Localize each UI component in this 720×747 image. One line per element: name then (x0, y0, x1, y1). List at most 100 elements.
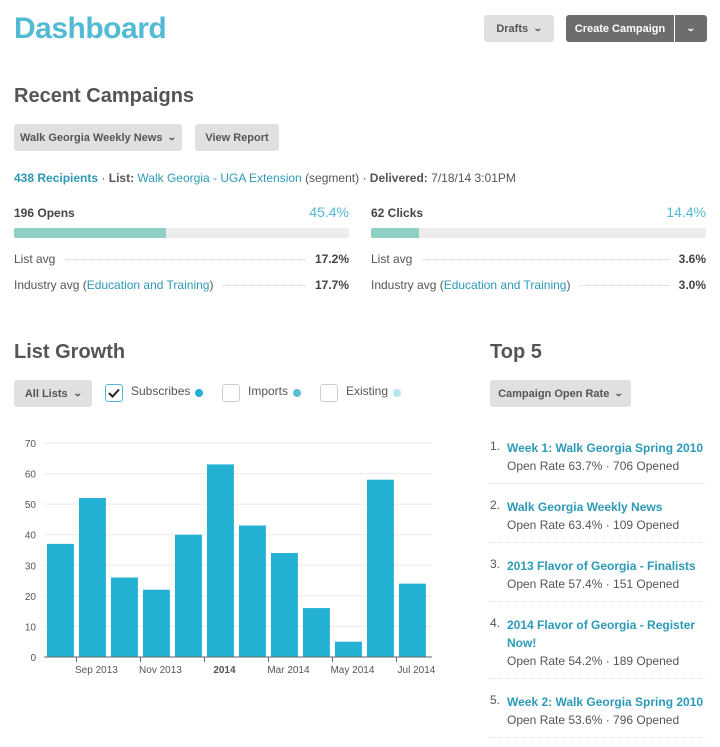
create-campaign-dropdown[interactable]: ⌄ (675, 15, 707, 42)
list-item: 4. 2014 Flavor of Georgia - Register Now… (490, 611, 706, 679)
dotted-leader (580, 285, 669, 286)
existing-checkbox[interactable] (320, 384, 338, 402)
recent-campaigns-heading: Recent Campaigns (14, 85, 195, 107)
campaign-link[interactable]: Walk Georgia Weekly News (507, 498, 706, 516)
x-tick-label: Jul 2014 (398, 665, 436, 676)
bar (303, 608, 330, 657)
opens-label: 196 Opens (14, 206, 75, 220)
legend-imports[interactable]: Imports (222, 384, 302, 402)
item-number: 3. (490, 557, 501, 571)
opens-stat: 196 Opens 45.4% List avg 17.2% Industry … (14, 204, 349, 292)
item-number: 1. (490, 439, 501, 453)
bar (111, 577, 138, 657)
metric-select[interactable]: Campaign Open Rate ⌄ (490, 380, 631, 407)
dotted-leader (65, 259, 305, 260)
campaign-stats: Open Rate 54.2% · 189 Opened (507, 654, 680, 668)
chevron-down-icon: ⌄ (532, 23, 543, 33)
top5-list: 1. Week 1: Walk Georgia Spring 2010 Open… (490, 434, 706, 747)
campaign-link[interactable]: Week 2: Walk Georgia Spring 2010 (507, 693, 706, 711)
list-link[interactable]: Walk Georgia - UGA Extension (137, 171, 301, 185)
bar (367, 479, 394, 657)
bar (47, 543, 74, 657)
opens-progress-bar (14, 228, 349, 238)
subscribes-checkbox[interactable] (105, 384, 123, 402)
y-tick-label: 50 (25, 500, 37, 511)
campaign-link[interactable]: 2014 Flavor of Georgia - Register Now! (507, 616, 706, 652)
campaign-stats: Open Rate 63.7% · 706 Opened (507, 459, 680, 473)
clicks-stat: 62 Clicks 14.4% List avg 3.6% Industry a… (371, 204, 706, 292)
industry-link[interactable]: Education and Training (87, 278, 210, 292)
list-select-label: All Lists (24, 387, 68, 400)
industry-avg-value: 3.0% (678, 278, 706, 292)
item-number: 4. (490, 616, 501, 630)
x-tick-label: May 2014 (330, 665, 374, 676)
campaign-link[interactable]: Week 1: Walk Georgia Spring 2010 (507, 439, 706, 457)
list-avg-label: List avg (371, 252, 413, 266)
campaign-stats: Open Rate 57.4% · 151 Opened (507, 577, 680, 591)
separator: · (101, 171, 106, 185)
y-tick-label: 40 (25, 531, 37, 542)
list-avg-value: 3.6% (678, 252, 706, 266)
top5-heading: Top 5 (490, 341, 542, 363)
metric-select-label: Campaign Open Rate (498, 387, 610, 400)
existing-label: Existing (346, 384, 389, 398)
subscribes-color-dot (195, 389, 204, 397)
y-tick-label: 60 (25, 470, 37, 481)
x-tick-label: 2014 (213, 665, 236, 676)
clicks-list-avg-row: List avg 3.6% (371, 252, 706, 266)
chevron-down-icon: ⌄ (167, 132, 178, 142)
list-item: 5. Week 2: Walk Georgia Spring 2010 Open… (490, 688, 706, 738)
bar (239, 525, 266, 657)
clicks-progress-fill (371, 228, 420, 238)
x-tick-label: Mar 2014 (267, 665, 310, 676)
delivered-label: Delivered: (369, 171, 428, 185)
campaign-link[interactable]: 2013 Flavor of Georgia - Finalists (507, 557, 706, 575)
bar (335, 641, 362, 657)
dotted-leader (422, 259, 669, 260)
list-growth-heading: List Growth (14, 341, 126, 363)
page-title: Dashboard (14, 12, 167, 45)
x-tick-label: Sep 2013 (75, 665, 118, 676)
list-label: List: (108, 171, 135, 185)
checkmark-icon (108, 388, 120, 398)
x-tick-label: Nov 2013 (139, 665, 182, 676)
y-tick-label: 10 (25, 622, 37, 633)
chevron-down-icon: ⌄ (614, 388, 625, 398)
subscribes-label: Subscribes (131, 384, 191, 398)
imports-label: Imports (248, 384, 289, 398)
industry-avg-label: Industry avg (Education and Training) (371, 278, 571, 292)
imports-color-dot (293, 389, 302, 397)
legend-existing[interactable]: Existing (320, 384, 402, 402)
bar (79, 498, 106, 657)
chevron-down-icon: ⌄ (72, 388, 83, 398)
y-tick-label: 20 (25, 592, 37, 603)
industry-avg-label: Industry avg (Education and Training) (14, 278, 214, 292)
industry-link[interactable]: Education and Training (444, 278, 567, 292)
list-avg-label: List avg (14, 252, 56, 266)
opens-industry-avg-row: Industry avg (Education and Training) 17… (14, 278, 349, 292)
item-number: 2. (490, 498, 501, 512)
clicks-percent: 14.4% (666, 204, 706, 220)
delivered-value: 7/18/14 3:01PM (431, 171, 516, 185)
create-campaign-button[interactable]: Create Campaign (566, 15, 674, 42)
opens-progress-fill (14, 228, 167, 238)
list-item: 1. Week 1: Walk Georgia Spring 2010 Open… (490, 434, 706, 484)
list-item: 2. Walk Georgia Weekly News Open Rate 63… (490, 493, 706, 543)
separator: · (362, 171, 367, 185)
campaign-meta: 438 Recipients · List: Walk Georgia - UG… (14, 171, 516, 185)
imports-checkbox[interactable] (222, 384, 240, 402)
campaign-select[interactable]: Walk Georgia Weekly News ⌄ (14, 124, 182, 151)
list-select[interactable]: All Lists ⌄ (14, 380, 92, 407)
list-growth-chart: 0 10 20 30 40 50 60 70 Sep 2013 Nov 2013 2014 Mar 2… (25, 439, 436, 676)
legend-subscribes[interactable]: Subscribes (105, 384, 204, 402)
drafts-button[interactable]: Drafts ⌄ (484, 15, 554, 42)
clicks-industry-avg-row: Industry avg (Education and Training) 3.… (371, 278, 706, 292)
recipients-link[interactable]: 438 Recipients (14, 171, 98, 185)
list-suffix: (segment) (305, 171, 360, 185)
campaign-select-label: Walk Georgia Weekly News (20, 131, 163, 144)
opens-percent: 45.4% (309, 204, 349, 220)
chevron-down-icon: ⌄ (686, 23, 696, 33)
clicks-progress-bar (371, 228, 706, 238)
campaign-stats: Open Rate 63.4% · 109 Opened (507, 518, 680, 532)
view-report-button[interactable]: View Report (195, 124, 279, 151)
